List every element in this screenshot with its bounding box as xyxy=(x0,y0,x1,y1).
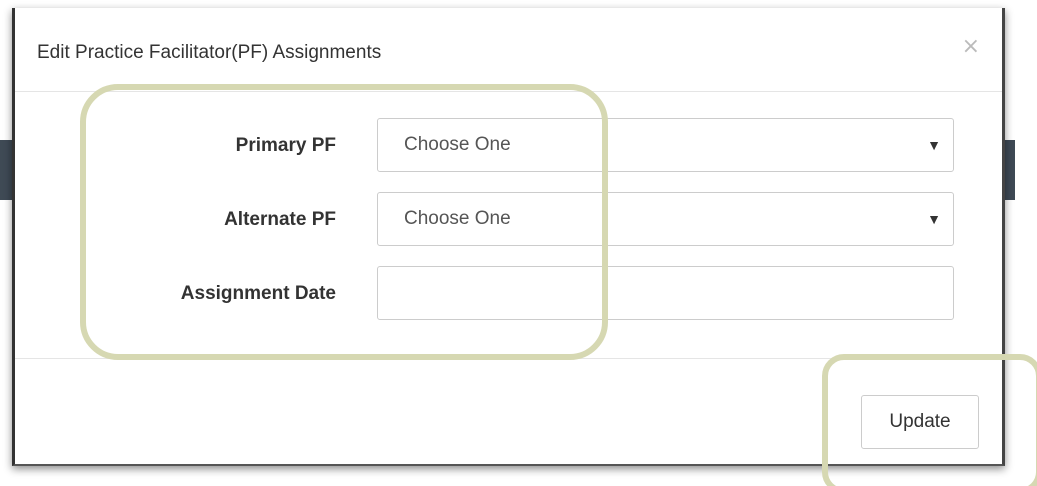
alternate-pf-selected-value: Choose One xyxy=(404,208,511,229)
chevron-down-icon: ▼ xyxy=(927,211,941,227)
alternate-pf-label: Alternate PF xyxy=(224,209,336,230)
close-button[interactable]: × xyxy=(962,34,980,59)
alternate-pf-select[interactable]: Choose One ▼ xyxy=(377,192,954,246)
assignment-date-label: Assignment Date xyxy=(180,283,336,304)
primary-pf-label: Primary PF xyxy=(235,135,336,156)
update-button[interactable]: Update xyxy=(861,395,979,449)
modal-footer: Update xyxy=(15,358,1002,466)
primary-pf-selected-value: Choose One xyxy=(404,134,511,155)
primary-pf-select[interactable]: Choose One ▼ xyxy=(377,118,954,172)
alternate-pf-row: Alternate PF Choose One ▼ xyxy=(15,192,1002,248)
screen: Edit Practice Facilitator(PF) Assignment… xyxy=(0,0,1037,486)
page-backdrop-right xyxy=(1005,140,1015,200)
primary-pf-row: Primary PF Choose One ▼ xyxy=(15,118,1002,174)
chevron-down-icon: ▼ xyxy=(927,137,941,153)
assignment-date-row: Assignment Date xyxy=(15,266,1002,322)
edit-pf-assignments-modal: Edit Practice Facilitator(PF) Assignment… xyxy=(12,8,1005,466)
modal-body: Primary PF Choose One ▼ Alternate PF Cho… xyxy=(15,92,1002,358)
assignment-date-input[interactable] xyxy=(377,266,954,320)
close-icon: × xyxy=(961,34,980,59)
modal-header: Edit Practice Facilitator(PF) Assignment… xyxy=(15,8,1002,92)
modal-title: Edit Practice Facilitator(PF) Assignment… xyxy=(37,42,382,63)
